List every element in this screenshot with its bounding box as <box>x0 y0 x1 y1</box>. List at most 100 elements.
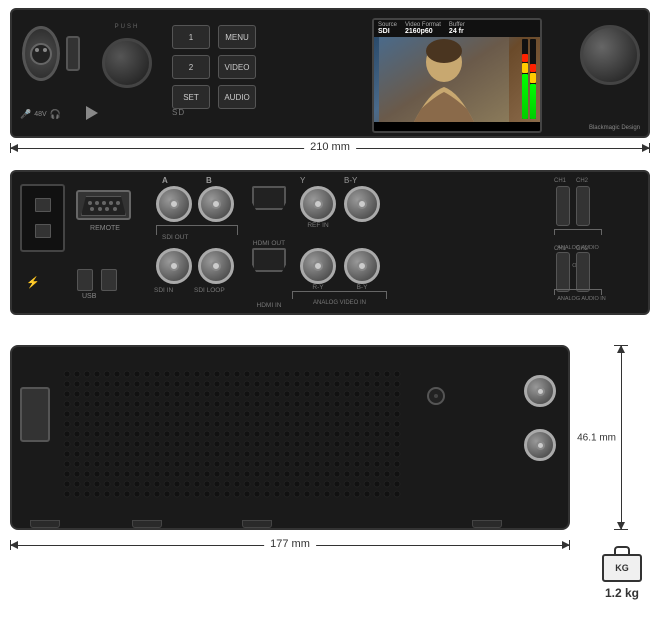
bnc-body <box>300 186 336 222</box>
bnc-body <box>300 248 336 284</box>
pin <box>105 207 109 211</box>
bnc-sdi-out-b <box>198 186 234 222</box>
sdi-loop-label: SDI LOOP <box>194 287 225 294</box>
pin <box>90 207 94 211</box>
bnc-center <box>313 199 323 209</box>
vu-yellow <box>522 63 528 73</box>
pin <box>98 207 102 211</box>
col-b-label: B <box>206 176 212 185</box>
bnc-center <box>357 261 367 271</box>
menu-button[interactable]: MENU <box>218 25 256 49</box>
rear-connectors-area: A B SDI OUT <box>152 172 558 317</box>
hdmi-in-label: HDMI IN <box>252 302 286 309</box>
arrow-left <box>10 144 18 152</box>
device-diagram: 🎤 48V 🎧 PUSH 1 MENU 2 VIDEO SET A <box>0 0 662 620</box>
audio-jack-ch1-in <box>556 252 570 292</box>
power-prong-bottom <box>35 224 51 238</box>
audio-in-label: ANALOG AUDIO IN <box>554 287 609 305</box>
foot-right <box>242 520 272 528</box>
dimension-height: 46.1 mm <box>579 345 634 530</box>
vu-yellow-2 <box>530 73 536 83</box>
side-bnc-bottom <box>524 429 556 461</box>
height-tick-top <box>614 345 628 346</box>
mounting-point <box>427 387 445 405</box>
foot-left <box>30 520 60 528</box>
usb-label: USB <box>82 293 96 300</box>
hdmi-port-body <box>252 186 286 210</box>
bnc-center <box>357 199 367 209</box>
bnc-center <box>211 261 221 271</box>
ch2-in-label: CH2 <box>576 246 588 252</box>
person-silhouette <box>379 37 509 122</box>
button-row-1: 1 MENU <box>172 25 352 49</box>
bnc-center <box>211 199 221 209</box>
button-1[interactable]: 1 <box>172 25 210 49</box>
col-a-label: A <box>162 176 168 185</box>
ch1-in-label: CH1 <box>554 246 566 252</box>
dimension-width-label: 210 mm <box>304 141 356 153</box>
side-panel-view <box>10 345 570 530</box>
mic-icon: 🎤 <box>20 109 31 120</box>
ref-in-label: REF IN <box>307 222 328 229</box>
analog-audio-section: CH1 CH2 ANALOG AUDIO OUT CH1 CH2 ANALOG … <box>554 174 646 315</box>
voltage-label: 48V <box>34 111 46 118</box>
front-panel-view: 🎤 48V 🎧 PUSH 1 MENU 2 VIDEO SET A <box>10 8 650 138</box>
weight-icon-container: KG <box>602 546 642 582</box>
hdmi-in-body <box>252 248 286 272</box>
xlr-inner <box>30 43 52 65</box>
hdmi-out-port: HDMI OUT <box>252 186 286 247</box>
by-col-label: B-Y <box>344 176 357 185</box>
vu-bar-left <box>522 39 528 119</box>
bnc-center <box>169 261 179 271</box>
display-screen: Source SDI Video Format 2160p60 Buffer 2… <box>372 18 542 133</box>
bnc-sdi-loop <box>198 248 234 284</box>
weight-bag-body: KG <box>602 554 642 582</box>
mounting-center <box>434 394 438 398</box>
vu-red-2 <box>530 64 536 72</box>
large-control-knob[interactable] <box>580 25 640 85</box>
audio-jack-ch2-out <box>576 186 590 226</box>
foot-mid <box>132 520 162 528</box>
db9-pin-row-2 <box>82 207 125 211</box>
b-y-bottom-label: B-Y <box>357 284 368 291</box>
buffer-value: 24 fr <box>449 28 465 35</box>
db9-body <box>76 190 131 220</box>
weight-value: 1.2 kg <box>602 586 642 600</box>
bnc-body <box>198 248 234 284</box>
side-bnc-top <box>524 375 556 407</box>
audio-button[interactable]: AUDIO <box>218 85 256 109</box>
side-bnc-connector-2 <box>524 429 556 461</box>
power-prong-top <box>35 198 51 212</box>
audio-out-bracket <box>554 229 602 235</box>
vu-red <box>522 54 528 62</box>
bnc-r-y: R-Y <box>300 248 336 284</box>
side-left-port <box>20 387 50 442</box>
bnc-body <box>344 186 380 222</box>
pin <box>109 201 113 205</box>
video-preview <box>374 37 540 122</box>
weight-section: KG 1.2 kg <box>602 546 642 600</box>
bnc-center <box>313 261 323 271</box>
push-knob[interactable] <box>102 38 152 88</box>
vu-green <box>522 74 528 119</box>
height-tick-bottom <box>614 529 628 530</box>
usb-port-2 <box>101 269 117 291</box>
pin <box>88 201 92 205</box>
db9-remote: REMOTE <box>76 190 134 235</box>
analog-video-in-label: ANALOG VIDEO IN <box>292 291 387 309</box>
side-bnc-center-2 <box>536 441 545 450</box>
weight-bag-handle <box>614 546 630 554</box>
set-button[interactable]: SET <box>172 85 210 109</box>
remote-label: REMOTE <box>76 225 134 232</box>
sdi-out-label: SDI OUT <box>162 234 188 241</box>
bnc-b-y <box>344 186 380 222</box>
y-col-label: Y <box>300 176 305 185</box>
ch2-out-label: CH2 <box>576 178 588 184</box>
usb-port-1 <box>77 269 93 291</box>
sd-label: SD <box>172 108 185 117</box>
bnc-body <box>344 248 380 284</box>
r-y-label: R-Y <box>312 284 323 291</box>
video-button[interactable]: VIDEO <box>218 55 256 79</box>
button-2[interactable]: 2 <box>172 55 210 79</box>
bnc-body <box>156 186 192 222</box>
